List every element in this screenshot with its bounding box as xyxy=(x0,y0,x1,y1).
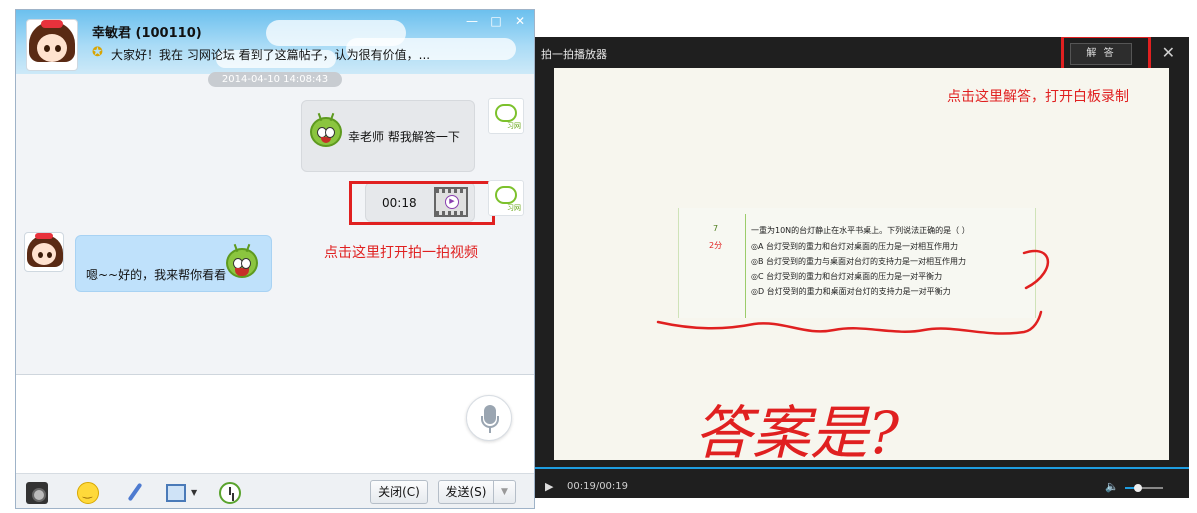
handwriting-text: 答案是? xyxy=(694,399,900,460)
annotation-open-video: 点击这里打开拍一拍视频 xyxy=(324,245,478,261)
camera-icon[interactable] xyxy=(26,482,48,504)
minimize-button[interactable]: — xyxy=(464,14,480,28)
brush-icon[interactable] xyxy=(124,482,146,504)
send-button[interactable]: 发送(S) xyxy=(438,480,494,504)
my-avatar[interactable]: 习网 xyxy=(488,180,524,216)
contact-name: 幸敏君 (100110) xyxy=(92,26,202,41)
message-timestamp: 2014-04-10 14:08:43 xyxy=(208,72,342,87)
contact-avatar[interactable] xyxy=(26,19,78,71)
emoji-icon[interactable] xyxy=(77,482,99,504)
message-bubble-incoming: 嗯~~好的，我来帮你看看 xyxy=(75,235,272,292)
volume-knob[interactable] xyxy=(1134,484,1143,492)
chevron-down-icon[interactable]: ▼ xyxy=(191,488,197,497)
contact-signature[interactable]: 大家好！我在 习网论坛 看到了这篇帖子，认为很有价值，... xyxy=(111,46,430,63)
window-controls: — □ ✕ xyxy=(464,14,528,28)
time-readout: 00:19/00:19 xyxy=(567,481,629,492)
message-text: 幸老师 帮我解答一下 xyxy=(348,130,460,144)
player-window: 拍一拍播放器 解 答 ✕ 点击这里解答，打开白板录制 7 2分 一重为10N的台… xyxy=(535,37,1189,498)
image-icon[interactable] xyxy=(166,484,186,502)
message-bubble-outgoing: 幸老师 帮我解答一下 xyxy=(301,100,475,172)
whiteboard-strokes: 答案是? xyxy=(656,249,1050,460)
progress-bar[interactable] xyxy=(535,467,1189,469)
my-avatar[interactable]: 习网 xyxy=(488,98,524,134)
contact-avatar-small[interactable] xyxy=(24,232,64,272)
maximize-button[interactable]: □ xyxy=(488,14,504,28)
close-icon[interactable]: ✕ xyxy=(1162,43,1175,62)
chat-header: 幸敏君 (100110) ✪ 大家好！我在 习网论坛 看到了这篇帖子，认为很有价… xyxy=(16,10,534,74)
close-button[interactable]: 关闭(C) xyxy=(370,480,428,504)
mascot-icon xyxy=(310,112,342,147)
message-input[interactable] xyxy=(16,375,534,473)
chat-window: 幸敏君 (100110) ✪ 大家好！我在 习网论坛 看到了这篇帖子，认为很有价… xyxy=(15,9,535,509)
history-icon[interactable] xyxy=(219,482,241,504)
player-title: 拍一拍播放器 xyxy=(541,48,607,61)
highlight-box-video xyxy=(349,181,495,225)
volume-slider[interactable] xyxy=(1125,484,1163,492)
close-window-button[interactable]: ✕ xyxy=(512,14,528,28)
play-icon[interactable]: ▶ xyxy=(545,480,553,493)
microphone-button[interactable] xyxy=(466,395,512,441)
message-text: 嗯~~好的，我来帮你看看 xyxy=(86,268,227,282)
chat-toolbar: ▼ 关闭(C) 发送(S) ▼ xyxy=(16,473,534,508)
star-badge-icon: ✪ xyxy=(92,45,103,60)
laughing-mascot-icon xyxy=(226,243,258,278)
volume-icon[interactable]: 🔈 xyxy=(1105,480,1119,493)
send-options-chevron-icon[interactable]: ▼ xyxy=(494,480,516,504)
video-canvas[interactable]: 点击这里解答，打开白板录制 7 2分 一重为10N的台灯静止在水平书桌上。下列说… xyxy=(554,68,1169,460)
